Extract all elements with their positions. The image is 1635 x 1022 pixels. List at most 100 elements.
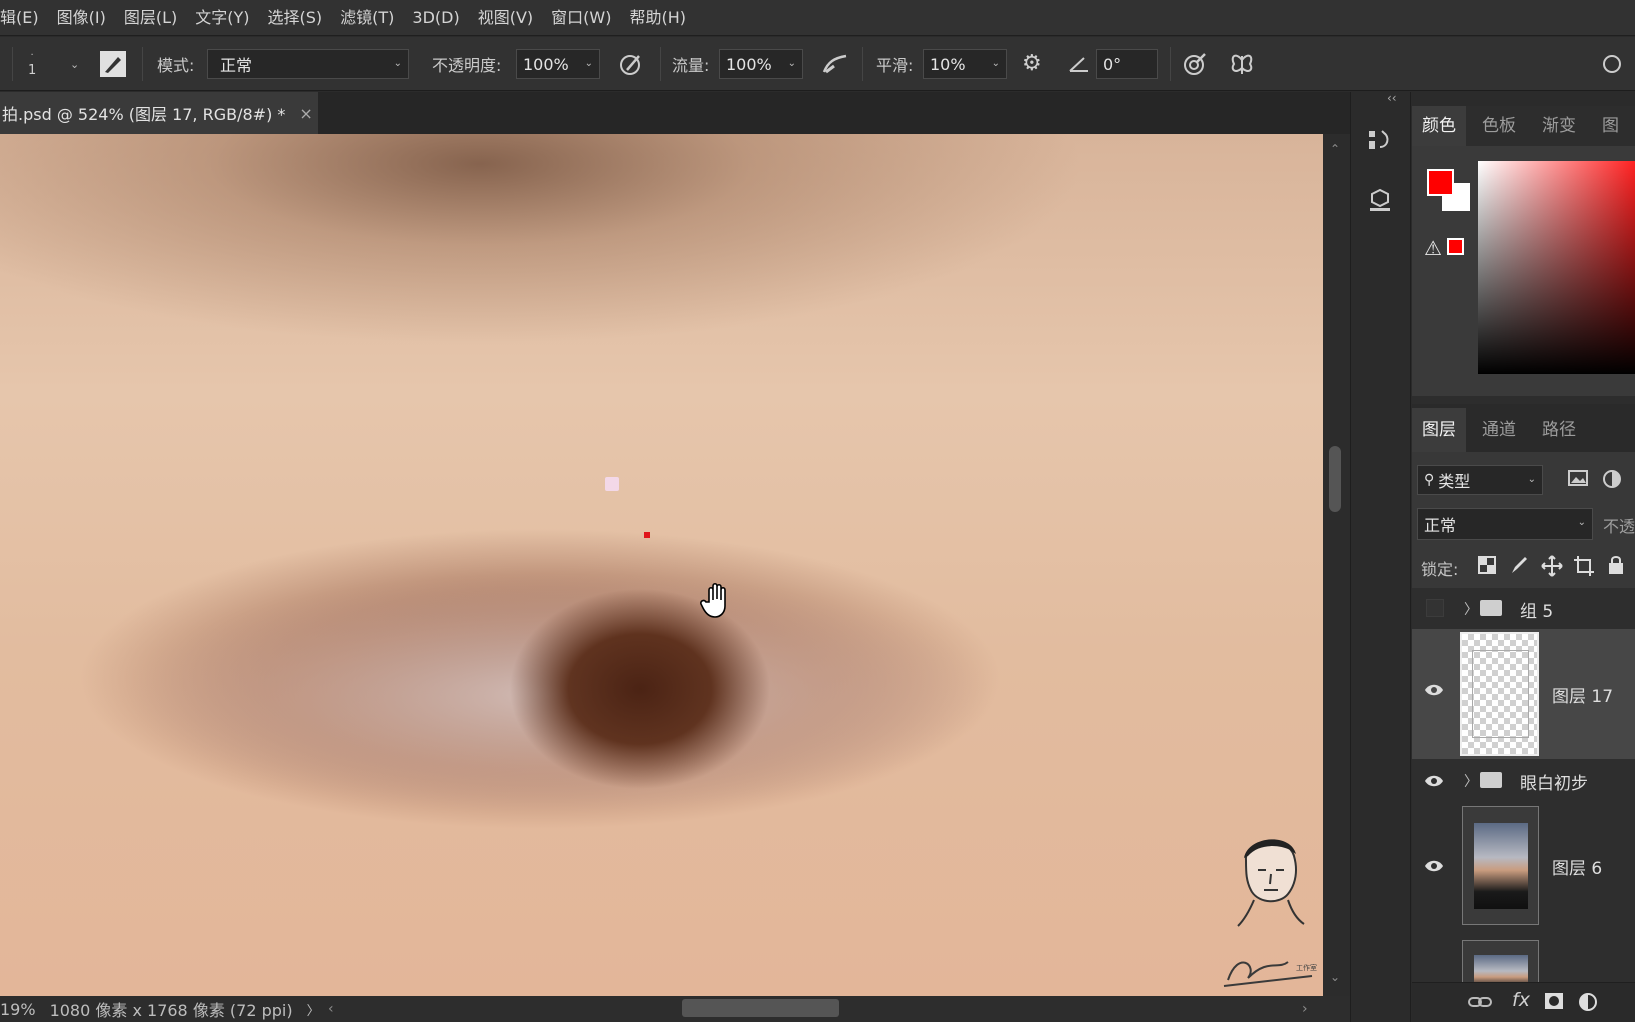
layer-filter-select[interactable]: ⚲ 类型 ⌄ [1417, 465, 1543, 495]
layer-mask-icon[interactable] [1544, 992, 1564, 1014]
menu-type[interactable]: 文字(Y) [186, 0, 258, 36]
layer-thumbnail [1460, 632, 1539, 756]
lock-transparency-icon[interactable] [1477, 555, 1497, 579]
canvas-vertical-scrollbar[interactable] [1323, 134, 1350, 996]
scroll-left-icon[interactable]: ‹ [328, 1001, 334, 1017]
chevron-right-icon[interactable]: 〉 [1464, 771, 1478, 791]
lock-pixels-icon[interactable] [1509, 555, 1529, 579]
visibility-toggle-off[interactable] [1426, 599, 1444, 617]
color-picker-field[interactable] [1478, 161, 1635, 374]
layer-row-eye-white[interactable]: 〉 眼白初步 [1412, 760, 1635, 800]
tab-patterns[interactable]: 图案 [1592, 106, 1635, 176]
document-tab-title: 拍.psd @ 524% (图层 17, RGB/8#) * [2, 105, 286, 124]
brush-dot-icon: · [30, 50, 34, 61]
tab-swatches[interactable]: 色板 [1472, 106, 1526, 146]
menu-filter[interactable]: 滤镜(T) [331, 0, 403, 36]
eye-icon[interactable] [1424, 773, 1444, 792]
lock-all-icon[interactable] [1607, 554, 1625, 580]
scroll-down-icon[interactable]: ⌄ [1330, 970, 1340, 984]
folder-icon [1480, 600, 1502, 616]
search-icon [1603, 55, 1621, 73]
status-menu-arrow[interactable]: 〉 [307, 1000, 320, 1019]
layer-style-fx-icon[interactable]: fx [1512, 989, 1530, 1011]
close-icon[interactable]: × [299, 104, 312, 123]
menu-3d[interactable]: 3D(D) [403, 0, 468, 36]
lock-artboard-icon[interactable] [1573, 555, 1595, 581]
3d-panel-button[interactable] [1366, 186, 1394, 218]
scroll-up-icon[interactable]: ⌃ [1330, 142, 1340, 156]
menu-edit[interactable]: 辑(E) [0, 0, 48, 36]
gamut-warning-swatch[interactable] [1447, 238, 1464, 255]
zoom-level[interactable]: 19% [0, 1000, 36, 1019]
scroll-right-icon[interactable]: › [1302, 1001, 1308, 1017]
eye-icon[interactable] [1424, 682, 1444, 701]
flow-input[interactable]: 100% ⌄ [719, 49, 803, 79]
brush-preset-picker[interactable]: · 1 [28, 37, 36, 91]
size-pressure-button[interactable] [1181, 37, 1209, 91]
menu-window[interactable]: 窗口(W) [542, 0, 620, 36]
flow-label: 流量: [672, 56, 710, 75]
eye-icon[interactable] [1424, 858, 1444, 877]
menu-layer[interactable]: 图层(L) [115, 0, 186, 36]
chevron-right-icon[interactable]: 〉 [1464, 599, 1478, 619]
symmetry-button[interactable] [1228, 37, 1256, 91]
tab-layers[interactable]: 图层 [1412, 408, 1466, 452]
catchlight [605, 477, 619, 491]
tab-paths[interactable]: 路径 [1532, 408, 1586, 452]
image-canvas[interactable] [0, 134, 1323, 996]
horizontal-scroll-thumb[interactable] [682, 999, 839, 1017]
tab-gradients[interactable]: 渐变 [1532, 106, 1586, 146]
panel-icon-dock [1350, 92, 1411, 1022]
menu-view[interactable]: 视图(V) [469, 0, 542, 36]
search-button[interactable] [1598, 37, 1622, 91]
layer-row-partial[interactable] [1412, 930, 1635, 982]
gear-icon: ⚙ [1022, 51, 1042, 76]
mode-select[interactable]: 正常 ⌄ [207, 49, 409, 79]
opacity-pressure-button[interactable] [617, 37, 645, 91]
smoothing-label: 平滑: [876, 56, 914, 75]
brush-settings-panel-button[interactable] [100, 37, 126, 91]
angle-input[interactable]: 0° [1096, 49, 1158, 79]
chevron-down-icon: ⌄ [787, 58, 796, 69]
link-layers-icon[interactable] [1468, 994, 1492, 1013]
lock-position-icon[interactable] [1541, 555, 1563, 581]
vertical-scroll-thumb[interactable] [1329, 446, 1341, 512]
portrait-thumbnail [1474, 955, 1528, 982]
layer-opacity-label: 不透 [1603, 517, 1635, 536]
menu-help[interactable]: 帮助(H) [620, 0, 695, 36]
opacity-input[interactable]: 100% ⌄ [516, 49, 600, 79]
layer-row-layer-17[interactable]: 图层 17 [1412, 629, 1635, 759]
tab-color[interactable]: 颜色 [1412, 106, 1466, 146]
brush-size-value: 1 [28, 63, 37, 78]
angle-value: 0° [1103, 54, 1122, 74]
history-panel-button[interactable] [1366, 127, 1394, 159]
chevron-down-icon: ⌄ [584, 58, 593, 69]
menu-select[interactable]: 选择(S) [259, 0, 332, 36]
divider [862, 47, 863, 81]
filter-pixel-layers-button[interactable] [1568, 469, 1588, 491]
layer-name: 组 5 [1520, 602, 1554, 622]
collapse-panels-icon[interactable]: ‹‹ [1387, 91, 1397, 105]
layer-row-layer-6[interactable]: 图层 6 [1412, 801, 1635, 929]
studio-watermark: 工作室 [1218, 830, 1318, 990]
layer-filter-value: 类型 [1438, 472, 1471, 491]
layer-row-group-5[interactable]: 〉 组 5 [1412, 588, 1635, 628]
brush-preset-dropdown-icon[interactable]: ⌄ [70, 37, 79, 91]
menu-image[interactable]: 图像(I) [48, 0, 115, 36]
blend-mode-select[interactable]: 正常 ⌄ [1417, 508, 1593, 540]
smoothing-options-button[interactable]: ⚙ [1022, 37, 1042, 91]
layer-name: 图层 17 [1552, 687, 1614, 707]
flow-value: 100% [726, 54, 772, 74]
layer-name: 图层 6 [1552, 859, 1603, 879]
airbrush-button[interactable] [820, 37, 850, 91]
smoothing-input[interactable]: 10% ⌄ [923, 49, 1007, 79]
folder-icon [1480, 772, 1502, 788]
cube-icon [1370, 188, 1390, 211]
mode-label: 模式: [157, 56, 195, 75]
filter-adjustment-layers-button[interactable] [1602, 469, 1622, 493]
foreground-color-swatch[interactable] [1427, 169, 1454, 196]
tab-channels[interactable]: 通道 [1472, 408, 1526, 452]
divider [1170, 47, 1171, 81]
document-tab[interactable]: 拍.psd @ 524% (图层 17, RGB/8#) * × [0, 92, 318, 134]
new-adjustment-layer-icon[interactable] [1578, 992, 1600, 1018]
